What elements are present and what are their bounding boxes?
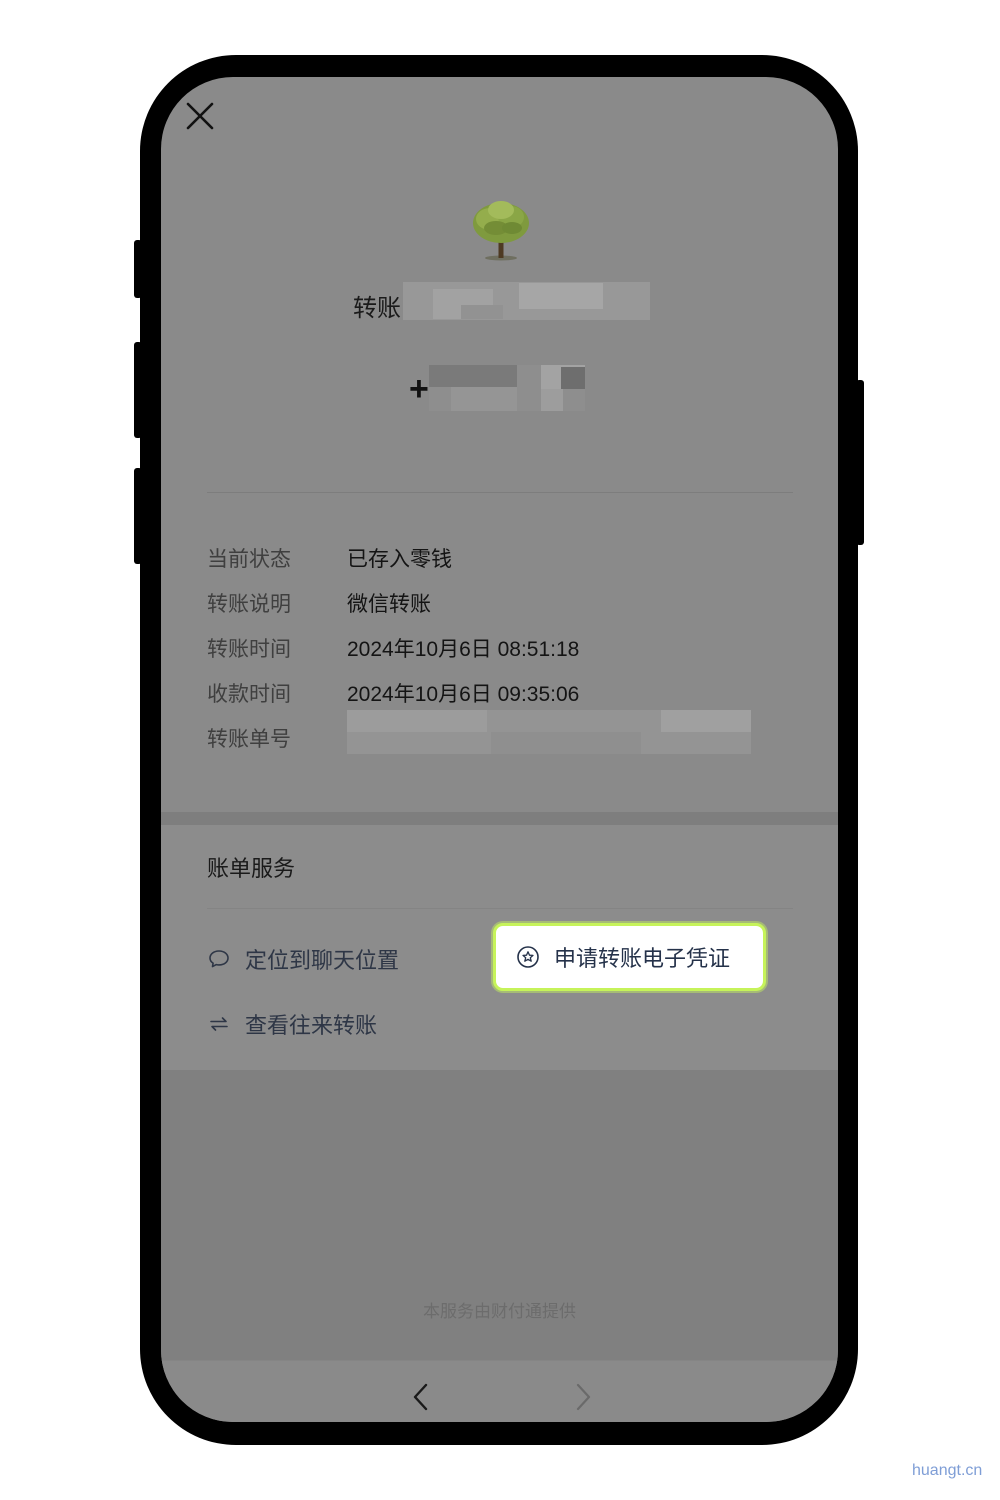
payee-row: 转账 (353, 285, 401, 325)
site-watermark: huangt.cn (912, 1462, 983, 1479)
bill-service-panel: 账单服务 定位到聊天位置 申请转账电子凭证 查看往来转账 (161, 825, 838, 1070)
bill-service-title: 账单服务 (207, 856, 296, 881)
detail-label: 收款时间 (207, 682, 291, 706)
detail-label: 当前状态 (207, 547, 291, 571)
volume-up-button (134, 342, 142, 438)
view-transfers-label: 查看往来转账 (245, 1013, 378, 1038)
tree-avatar-image (473, 201, 529, 261)
apply-voucher-label: 申请转账电子凭证 (554, 946, 731, 971)
header-divider (207, 492, 793, 493)
screen: 转账 + 当前状态 已存入零钱 转账说明 微信转账 转账时间 2024年10月6… (161, 77, 838, 1422)
star-badge-icon (517, 946, 539, 968)
power-button (856, 380, 864, 545)
detail-value: 已存入零钱 (347, 547, 452, 571)
view-transfers-button[interactable]: 查看往来转账 (207, 1008, 377, 1040)
detail-row-transfer-time: 转账时间 2024年10月6日 08:51:18 (207, 625, 807, 670)
detail-label: 转账单号 (207, 727, 291, 751)
close-icon[interactable] (183, 99, 217, 133)
volume-down-button (134, 468, 142, 564)
detail-value: 微信转账 (347, 592, 431, 616)
exchange-arrows-icon (210, 1017, 228, 1031)
detail-label: 转账时间 (207, 637, 291, 661)
detail-row-status: 当前状态 已存入零钱 (207, 535, 807, 580)
payee-prefix: 转账 (353, 294, 401, 322)
browser-nav-bar (161, 1360, 838, 1422)
chat-bubble-icon (209, 950, 229, 968)
amount-row: + (409, 367, 429, 411)
detail-label: 转账说明 (207, 592, 291, 616)
detail-value: 2024年10月6日 08:51:18 (347, 637, 580, 661)
detail-row-receive-time: 收款时间 2024年10月6日 09:35:06 (207, 670, 807, 715)
detail-row-note: 转账说明 微信转账 (207, 580, 807, 625)
locate-chat-button[interactable]: 定位到聊天位置 (207, 943, 399, 975)
mute-switch (134, 240, 142, 298)
chevron-right-icon[interactable] (571, 1381, 595, 1413)
provider-note: 本服务由财付通提供 (423, 1302, 576, 1321)
amount-sign: + (409, 369, 429, 408)
bill-service-divider (207, 908, 793, 909)
section-separator (161, 812, 838, 825)
locate-chat-label: 定位到聊天位置 (245, 948, 400, 973)
chevron-left-icon[interactable] (409, 1381, 433, 1413)
detail-value: 2024年10月6日 09:35:06 (347, 682, 580, 706)
apply-voucher-button[interactable]: 申请转账电子凭证 (493, 923, 766, 991)
